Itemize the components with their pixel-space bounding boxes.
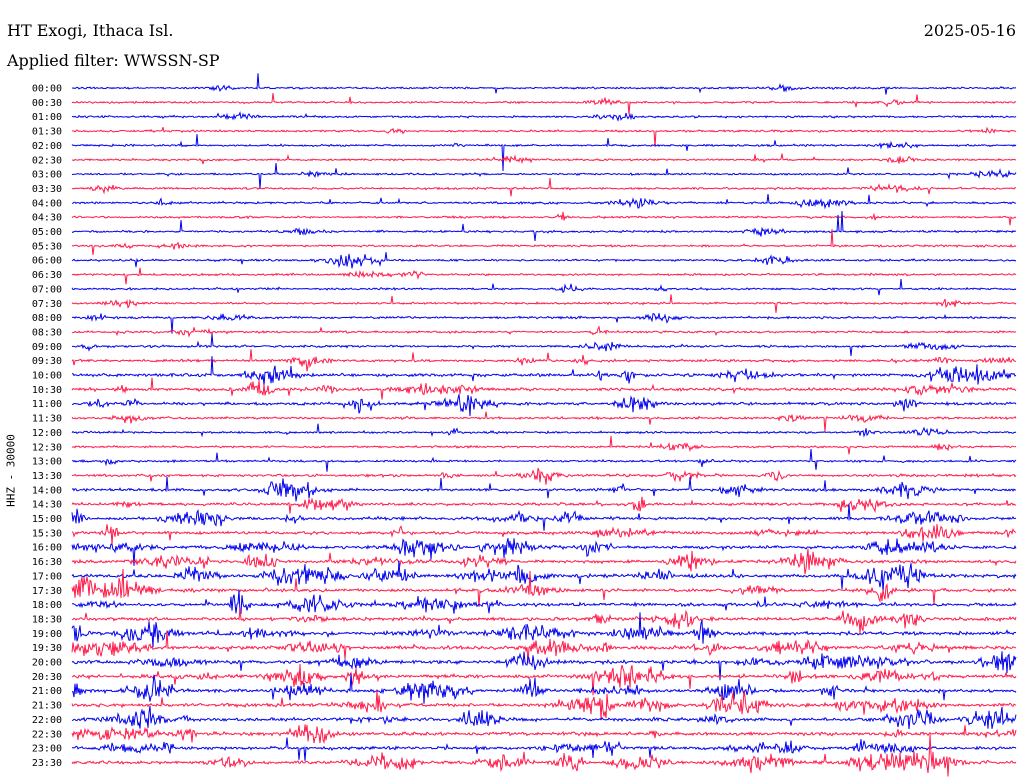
- seismic-trace-row: [71, 92, 1017, 115]
- time-tick-label: 13:00: [32, 457, 62, 468]
- seismic-trace-row: [71, 294, 1017, 313]
- time-tick-label: 02:00: [32, 141, 62, 152]
- time-tick-label: 13:30: [32, 471, 62, 482]
- time-tick-label: 06:00: [32, 256, 62, 267]
- seismic-trace-row: [71, 325, 1017, 338]
- time-tick-label: 01:00: [32, 112, 62, 123]
- seismic-trace-row: [72, 333, 1017, 356]
- seismic-trace-row: [71, 737, 1017, 761]
- seismic-trace-row: [71, 193, 1017, 210]
- time-tick-label: 15:00: [32, 514, 62, 525]
- time-tick-label: 18:30: [32, 614, 62, 625]
- time-tick-label: 16:00: [32, 543, 62, 554]
- seismic-trace-row: [71, 278, 1017, 296]
- seismic-trace-row: [71, 435, 1017, 455]
- time-tick-label: 06:30: [32, 270, 62, 281]
- seismic-trace-row: [71, 134, 1017, 172]
- time-tick-label: 04:30: [32, 213, 62, 224]
- seismic-trace-row: [71, 211, 1017, 226]
- time-tick-label: 08:00: [32, 313, 62, 324]
- seismic-trace-row: [71, 394, 1017, 417]
- seismic-trace-row: [71, 111, 1017, 122]
- seismic-trace-row: [71, 423, 1017, 438]
- time-tick-label: 07:30: [32, 299, 62, 310]
- seismic-trace-row: [71, 724, 1017, 745]
- time-tick-label: 15:30: [32, 528, 62, 539]
- seismic-trace-row: [71, 504, 1017, 531]
- seismic-trace-row: [71, 467, 1017, 485]
- time-tick-label: 00:30: [32, 98, 62, 109]
- seismic-trace-row: [71, 313, 1017, 334]
- seismic-trace-row: [71, 377, 1017, 400]
- time-tick-label: 08:30: [32, 327, 62, 338]
- time-tick-label: 02:30: [32, 155, 62, 166]
- time-tick-label: 10:30: [32, 385, 62, 396]
- time-tick-label: 16:30: [32, 557, 62, 568]
- time-tick-label: 19:00: [32, 629, 62, 640]
- helicorder-page: HT Exogi, Ithaca Isl. Applied filter: WW…: [0, 0, 1024, 780]
- time-tick-label: 20:30: [32, 672, 62, 683]
- seismic-trace-row: [71, 162, 1017, 190]
- time-tick-label: 12:30: [32, 442, 62, 453]
- seismic-trace-row: [71, 705, 1017, 729]
- time-tick-label: 21:00: [32, 686, 62, 697]
- time-tick-label: 09:30: [32, 356, 62, 367]
- time-tick-label: 11:30: [32, 414, 62, 425]
- time-tick-label: 04:00: [32, 198, 62, 209]
- helicorder-plot: 00:00 00:30 01:00 01:30 02:00 02:30 03:00 03:30…: [32, 73, 1017, 777]
- seismic-trace-row: [72, 448, 1017, 472]
- seismic-trace-row: [71, 349, 1017, 372]
- seismic-trace-row: [71, 476, 1017, 502]
- time-tick-label: 14:00: [32, 485, 62, 496]
- seismic-trace-row: [71, 73, 1017, 95]
- seismic-trace-row: [71, 267, 1017, 285]
- time-tick-label: 17:30: [32, 586, 62, 597]
- time-tick-label: 23:00: [32, 744, 62, 755]
- seismic-trace-row: [71, 607, 1017, 634]
- seismic-trace-row: [71, 126, 1017, 147]
- time-tick-label: 17:00: [32, 571, 62, 582]
- seismic-trace-row: [71, 153, 1017, 165]
- time-tick-label: 11:00: [32, 399, 62, 410]
- time-tick-label: 22:00: [32, 715, 62, 726]
- seismic-trace-row: [71, 252, 1017, 269]
- time-tick-label: 00:00: [32, 84, 62, 95]
- time-tick-label: 03:30: [32, 184, 62, 195]
- time-tick-label: 22:30: [32, 729, 62, 740]
- time-tick-label: 18:00: [32, 600, 62, 611]
- time-tick-label: 05:00: [32, 227, 62, 238]
- time-tick-label: 10:00: [32, 371, 62, 382]
- seismic-trace-row: [71, 177, 1017, 197]
- time-tick-label: 20:00: [32, 658, 62, 669]
- seismic-trace-row: [71, 411, 1017, 432]
- time-tick-label: 09:00: [32, 342, 62, 353]
- time-tick-label: 05:30: [32, 241, 62, 252]
- time-tick-label: 21:30: [32, 701, 62, 712]
- time-tick-label: 07:00: [32, 284, 62, 295]
- seismic-trace-row: [71, 734, 1017, 777]
- time-tick-label: 12:00: [32, 428, 62, 439]
- time-tick-label: 19:30: [32, 643, 62, 654]
- time-tick-label: 01:30: [32, 127, 62, 138]
- seismic-trace-row: [71, 560, 1017, 593]
- time-tick-label: 14:30: [32, 500, 62, 511]
- time-tick-label: 23:30: [32, 758, 62, 769]
- seismic-trace-row: [71, 496, 1016, 514]
- seismic-trace-row: [71, 689, 1017, 720]
- time-tick-label: 03:00: [32, 170, 62, 181]
